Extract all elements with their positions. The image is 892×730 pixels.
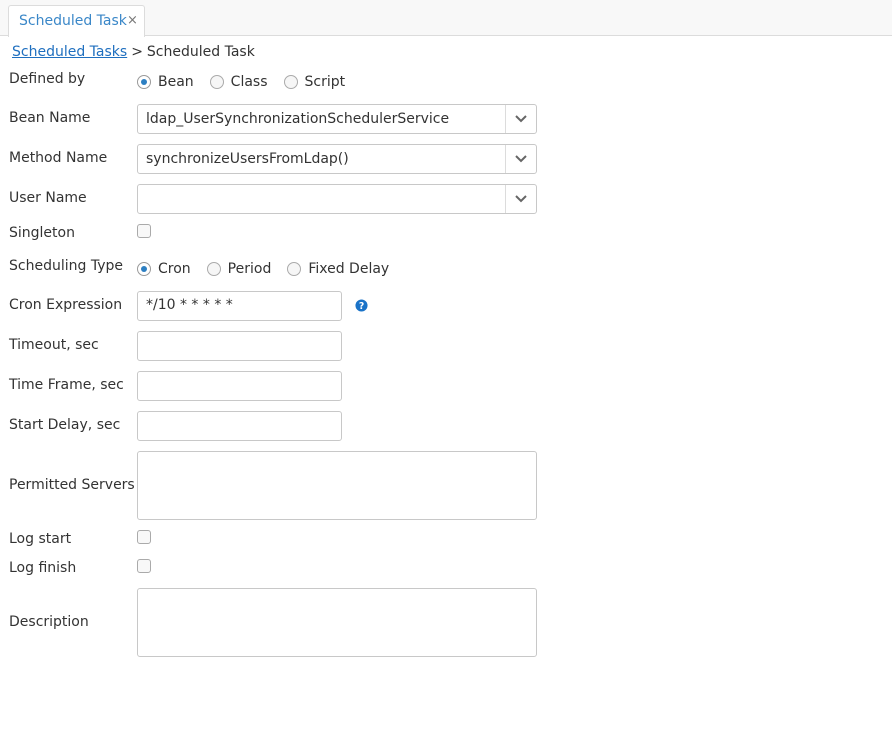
chevron-down-icon — [515, 155, 527, 163]
bean-name-value[interactable]: ldap_UserSynchronizationSchedulerService — [146, 111, 449, 127]
defined-by-option-class[interactable]: Class — [209, 74, 268, 90]
defined-by-option-bean[interactable]: Bean — [137, 74, 194, 90]
radio-button[interactable] — [209, 75, 224, 89]
method-name-dropdown-button[interactable] — [505, 145, 536, 173]
method-name-combobox[interactable]: synchronizeUsersFromLdap() — [137, 144, 537, 174]
breadcrumb-separator: > — [131, 44, 143, 60]
method-name-value[interactable]: synchronizeUsersFromLdap() — [146, 151, 349, 167]
radio-button[interactable] — [283, 75, 298, 89]
bean-name-combobox[interactable]: ldap_UserSynchronizationSchedulerService — [137, 104, 537, 134]
scheduling-type-radio-group: Cron Period Fixed Delay — [137, 259, 405, 279]
cron-expression-label: Cron Expression — [9, 297, 123, 313]
defined-by-radio-group: Bean Class Script — [137, 72, 361, 92]
user-name-label: User Name — [9, 190, 87, 206]
cron-expression-input[interactable]: */10 * * * * * — [137, 291, 342, 321]
help-icon[interactable]: ? — [355, 299, 368, 312]
radio-button[interactable] — [137, 262, 151, 276]
scheduling-type-option-period[interactable]: Period — [206, 261, 272, 277]
chevron-down-icon — [515, 115, 527, 123]
time-frame-label: Time Frame, sec — [9, 377, 124, 393]
timeout-input[interactable] — [137, 331, 342, 361]
singleton-label: Singleton — [9, 225, 75, 241]
breadcrumb: Scheduled Tasks > Scheduled Task — [12, 44, 255, 60]
log-finish-label: Log finish — [9, 560, 77, 576]
tab-label: Scheduled Task — [19, 13, 127, 29]
radio-label: Class — [230, 74, 268, 90]
description-textarea[interactable] — [137, 588, 537, 657]
tab-bar: Scheduled Task × — [0, 0, 892, 37]
singleton-checkbox[interactable] — [137, 224, 151, 238]
breadcrumb-link-scheduled-tasks[interactable]: Scheduled Tasks — [12, 44, 127, 60]
scheduling-type-option-cron[interactable]: Cron — [137, 261, 191, 277]
radio-label: Cron — [158, 261, 191, 277]
radio-label: Bean — [158, 74, 194, 90]
log-start-checkbox[interactable] — [137, 530, 151, 544]
radio-label: Fixed Delay — [308, 261, 390, 277]
permitted-servers-textarea[interactable] — [137, 451, 537, 520]
scheduling-type-label: Scheduling Type — [9, 258, 123, 274]
radio-button[interactable] — [287, 262, 302, 276]
tab-scheduled-task[interactable]: Scheduled Task × — [8, 5, 145, 37]
defined-by-option-script[interactable]: Script — [283, 74, 346, 90]
svg-text:?: ? — [359, 301, 364, 312]
user-name-dropdown-button[interactable] — [505, 185, 536, 213]
radio-button[interactable] — [206, 262, 221, 276]
radio-button[interactable] — [137, 75, 151, 89]
method-name-label: Method Name — [9, 150, 108, 166]
radio-label: Script — [304, 74, 346, 90]
time-frame-input[interactable] — [137, 371, 342, 401]
start-delay-label: Start Delay, sec — [9, 417, 121, 433]
radio-label: Period — [227, 261, 272, 277]
breadcrumb-current: Scheduled Task — [146, 44, 255, 60]
defined-by-label: Defined by — [9, 71, 86, 87]
scheduling-type-option-fixed-delay[interactable]: Fixed Delay — [287, 261, 389, 277]
chevron-down-icon — [515, 195, 527, 203]
close-icon[interactable]: × — [127, 13, 138, 28]
timeout-label: Timeout, sec — [9, 337, 99, 353]
description-label: Description — [9, 614, 89, 630]
bean-name-dropdown-button[interactable] — [505, 105, 536, 133]
user-name-combobox[interactable] — [137, 184, 537, 214]
permitted-servers-label: Permitted Servers — [9, 477, 135, 493]
start-delay-input[interactable] — [137, 411, 342, 441]
log-finish-checkbox[interactable] — [137, 559, 151, 573]
log-start-label: Log start — [9, 531, 72, 547]
bean-name-label: Bean Name — [9, 110, 91, 126]
